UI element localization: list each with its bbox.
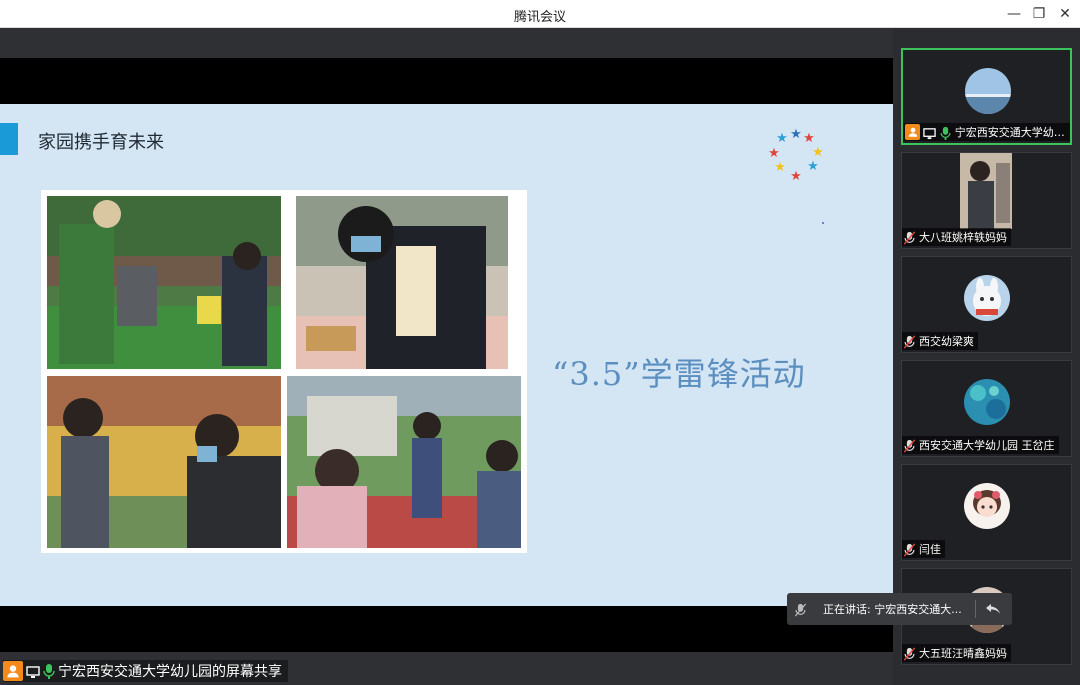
photo-playground-parent	[47, 196, 281, 369]
participant-namebar: 西交幼梁爽	[902, 332, 978, 350]
photo-children-activity	[287, 376, 521, 548]
photo-handshake	[47, 376, 281, 548]
close-button[interactable]: ✕	[1054, 4, 1076, 24]
participant-sidebar: 宁宏西安交通大学幼儿... 大八班姚梓轶妈妈 西交幼梁爽 西安交通大学幼儿园 王…	[893, 28, 1080, 685]
svg-text:★: ★	[790, 127, 802, 142]
letterbox-bottom	[0, 606, 893, 652]
svg-text:★: ★	[807, 159, 819, 174]
mic-muted-icon	[903, 438, 916, 453]
restore-button[interactable]: ❐	[1028, 4, 1050, 24]
return-arrow-icon[interactable]	[982, 598, 1004, 620]
mic-muted-icon	[903, 646, 916, 661]
mic-on-icon	[43, 663, 55, 679]
speaking-indicator: 正在讲话: 宁宏西安交通大...	[787, 593, 1012, 625]
svg-text:★: ★	[790, 169, 802, 184]
svg-text:★: ★	[776, 131, 788, 146]
svg-text:★: ★	[803, 131, 815, 146]
toast-divider	[975, 600, 976, 618]
mic-muted-icon	[903, 542, 916, 557]
window-title: 腾讯会议	[513, 10, 566, 25]
photo-collage	[41, 190, 527, 553]
participant-name: 闫佳	[919, 543, 941, 556]
mic-muted-icon	[903, 230, 916, 245]
star-ring-logo-icon: ★ ★ ★ ★ ★ ★ ★ ★	[766, 126, 826, 186]
slide-dot	[822, 222, 824, 224]
avatar	[965, 68, 1011, 114]
mic-on-icon	[940, 125, 952, 140]
participant-name: 西安交通大学幼儿园 王岔庄	[919, 439, 1055, 452]
heading-accent-bar	[0, 123, 18, 155]
screen-share-label: 宁宏西安交通大学幼儿园的屏幕共享	[3, 660, 288, 682]
participant-namebar: 闫佳	[902, 540, 945, 558]
slide-heading: 家园携手育未来	[38, 132, 164, 153]
avatar	[964, 483, 1010, 529]
letterbox-top	[0, 58, 893, 104]
participant-tile[interactable]: 宁宏西安交通大学幼儿...	[901, 48, 1072, 145]
participant-namebar: 西安交通大学幼儿园 王岔庄	[902, 436, 1059, 454]
photo-parent-volunteer	[296, 196, 508, 369]
participant-name: 西交幼梁爽	[919, 335, 974, 348]
speaking-text: 正在讲话: 宁宏西安交通大...	[823, 603, 962, 616]
participant-tile[interactable]: 大八班姚梓轶妈妈	[901, 152, 1072, 249]
participant-namebar: 大八班姚梓轶妈妈	[902, 228, 1011, 246]
screen-share-text: 宁宏西安交通大学幼儿园的屏幕共享	[58, 664, 282, 680]
participant-name: 宁宏西安交通大学幼儿...	[954, 126, 1070, 139]
mic-muted-icon	[903, 334, 916, 349]
host-person-icon	[3, 661, 23, 681]
svg-text:★: ★	[774, 160, 786, 175]
participant-namebar: 大五班汪晴鑫妈妈	[902, 644, 1011, 662]
participant-namebar: 宁宏西安交通大学幼儿...	[903, 123, 1070, 141]
participant-name: 大八班姚梓轶妈妈	[919, 231, 1007, 244]
title-bar: 腾讯会议 — ❐ ✕	[0, 0, 1080, 28]
participant-name: 大五班汪晴鑫妈妈	[919, 647, 1007, 660]
participant-video	[960, 153, 1012, 229]
screen-share-icon	[923, 125, 937, 140]
avatar	[964, 379, 1010, 425]
presentation-slide: 家园携手育未来 ★ ★ ★ ★ ★ ★ ★ ★ “3.5”学雷锋活动	[0, 104, 893, 606]
screen-share-icon	[26, 664, 40, 678]
mic-muted-icon	[794, 602, 807, 617]
svg-text:★: ★	[768, 146, 780, 161]
avatar	[964, 275, 1010, 321]
shared-screen-stage: 家园携手育未来 ★ ★ ★ ★ ★ ★ ★ ★ “3.5”学雷锋活动 宁宏西安交…	[0, 28, 893, 685]
stage-top-bar	[0, 28, 893, 58]
meeting-window: 腾讯会议 — ❐ ✕ 家园携手育未来 ★ ★ ★ ★ ★ ★ ★ ★ “3.5”…	[0, 0, 1080, 685]
minimize-button[interactable]: —	[1003, 4, 1025, 24]
participant-tile[interactable]: 西安交通大学幼儿园 王岔庄	[901, 360, 1072, 457]
svg-text:★: ★	[812, 145, 824, 160]
participant-tile[interactable]: 西交幼梁爽	[901, 256, 1072, 353]
participant-tile[interactable]: 闫佳	[901, 464, 1072, 561]
slide-slogan: “3.5”学雷锋活动	[552, 355, 806, 393]
host-person-icon	[905, 124, 921, 140]
